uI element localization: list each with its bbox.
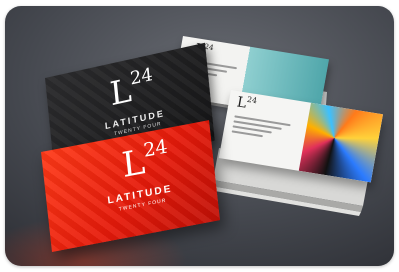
card-monogram: L24: [108, 65, 154, 114]
abstract-artwork: [298, 102, 383, 183]
card-monogram: L24: [235, 94, 258, 112]
card-monogram: L24: [119, 136, 169, 187]
contact-lines: [231, 115, 291, 144]
product-photo: L24 L24 L24 LATITUDE TWENTY FOUR L24 LAT…: [5, 6, 394, 266]
